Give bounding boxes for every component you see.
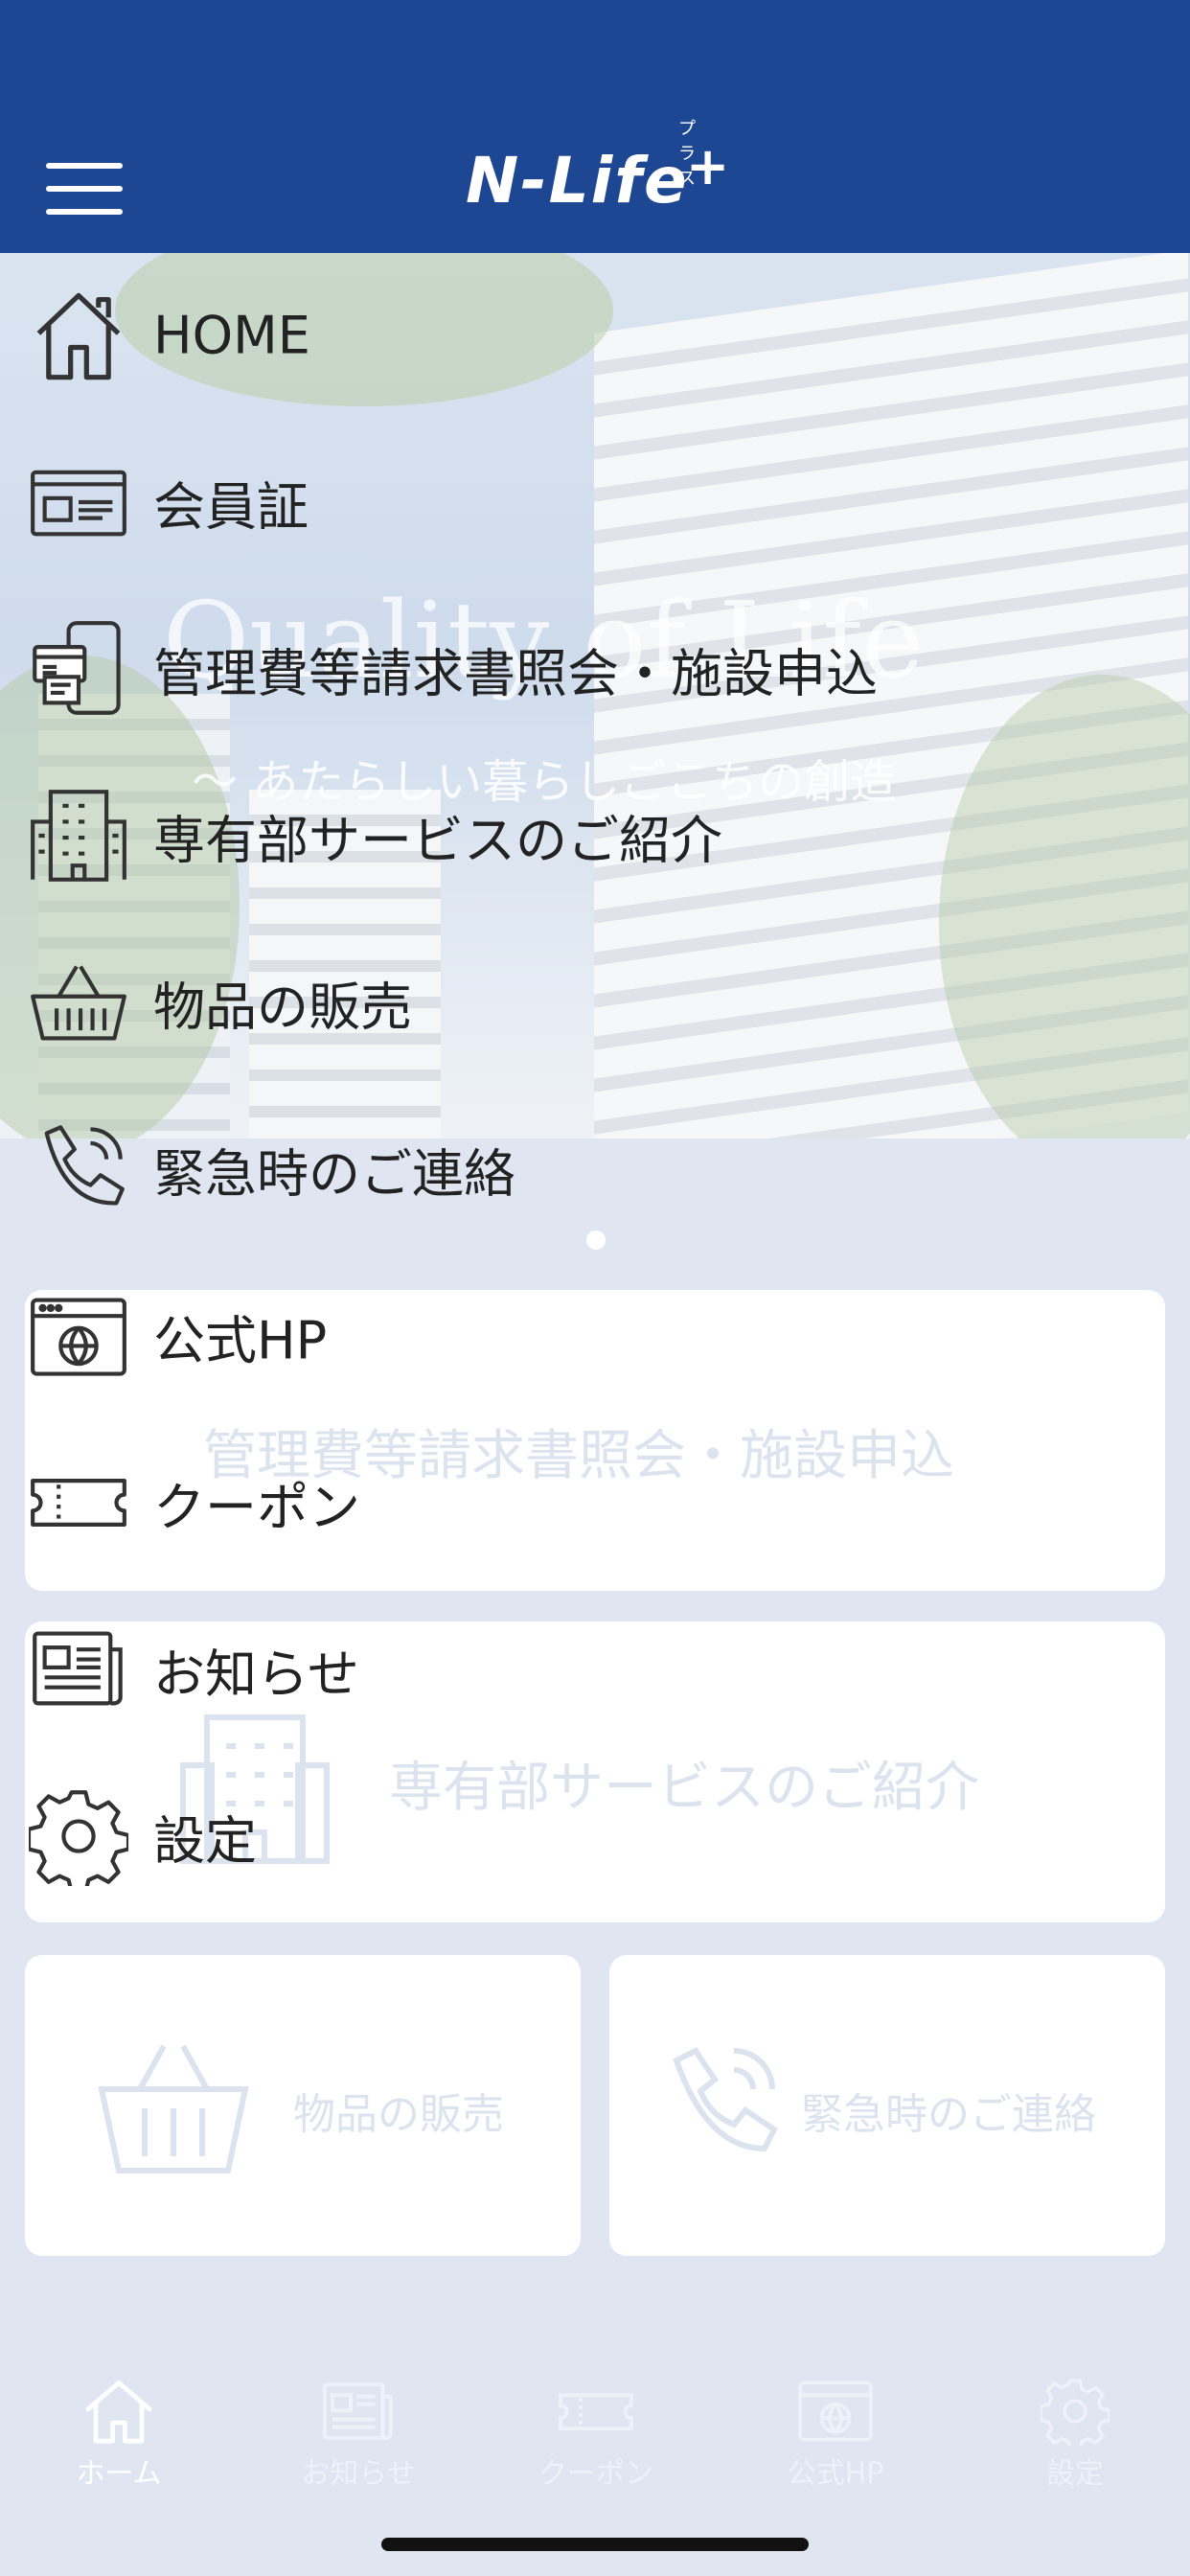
basket-icon [98, 2044, 249, 2174]
coupon-icon [559, 2393, 633, 2431]
tab-label: ホーム [76, 2457, 162, 2491]
building-icon [31, 790, 126, 882]
tab-settings[interactable]: 設定 [979, 2377, 1171, 2492]
menu-item-goods[interactable]: 物品の販売 [0, 945, 862, 1060]
goods-card[interactable]: 物品の販売 [25, 1955, 581, 2256]
menu-label: お知らせ [153, 1644, 359, 1705]
tab-label: クーポン [538, 2457, 653, 2491]
invoice-icon [33, 621, 121, 715]
gear-icon [29, 1790, 128, 1886]
tab-label: 設定 [1046, 2457, 1104, 2491]
home-icon [36, 292, 121, 380]
menu-item-invoice[interactable]: 管理費等請求書照会・施設申込 [0, 611, 878, 726]
menu-label: 管理費等請求書照会・施設申込 [153, 643, 878, 704]
home-icon [84, 2380, 153, 2444]
tab-news[interactable]: お知らせ [263, 2377, 454, 2492]
menu-item-home[interactable]: HOME [0, 278, 862, 393]
menu-label: 専有部サービスのご紹介 [153, 810, 722, 871]
menu-item-settings[interactable]: 設定 [0, 1779, 862, 1894]
website-icon [798, 2380, 873, 2442]
hamburger-menu-icon[interactable] [46, 163, 123, 217]
website-icon [31, 1298, 126, 1376]
menu-label: HOME [153, 305, 310, 366]
menu-label: 公式HP [153, 1310, 328, 1371]
menu-item-coupon[interactable]: クーポン [0, 1445, 862, 1560]
member-card-icon [31, 470, 126, 537]
menu-item-news[interactable]: お知らせ [0, 1612, 862, 1727]
phone-icon [44, 1125, 125, 1206]
emergency-card-label: 緊急時のご連絡 [801, 2090, 1096, 2139]
tab-website[interactable]: 公式HP [740, 2377, 931, 2492]
tab-home[interactable]: ホーム [23, 2377, 215, 2492]
tab-label: お知らせ [301, 2457, 416, 2491]
menu-item-emergency[interactable]: 緊急時のご連絡 [0, 1112, 862, 1227]
menu-label: 設定 [153, 1810, 257, 1872]
emergency-card[interactable]: 緊急時のご連絡 [609, 1955, 1165, 2256]
menu-label: 物品の販売 [153, 977, 412, 1038]
goods-card-label: 物品の販売 [293, 2090, 504, 2139]
menu-label: 緊急時のご連絡 [153, 1143, 515, 1205]
coupon-icon [31, 1479, 126, 1527]
menu-label: 会員証 [153, 476, 309, 538]
phone-icon [673, 2047, 778, 2152]
news-icon [33, 1631, 123, 1706]
home-indicator[interactable] [381, 2538, 809, 2551]
menu-item-service[interactable]: 専有部サービスのご紹介 [0, 778, 862, 893]
gear-icon [1041, 2379, 1110, 2446]
tab-coupon[interactable]: クーポン [500, 2377, 692, 2492]
menu-item-website[interactable]: 公式HP [0, 1278, 862, 1393]
news-icon [322, 2382, 393, 2440]
app-logo: N-Life + プラス [466, 119, 732, 218]
basket-icon [31, 965, 126, 1041]
app-header: N-Life + プラス [0, 0, 1190, 253]
tab-label: 公式HP [787, 2457, 884, 2491]
carousel-dot[interactable] [586, 1230, 606, 1250]
menu-label: クーポン [153, 1477, 360, 1538]
menu-item-member-card[interactable]: 会員証 [0, 445, 862, 560]
